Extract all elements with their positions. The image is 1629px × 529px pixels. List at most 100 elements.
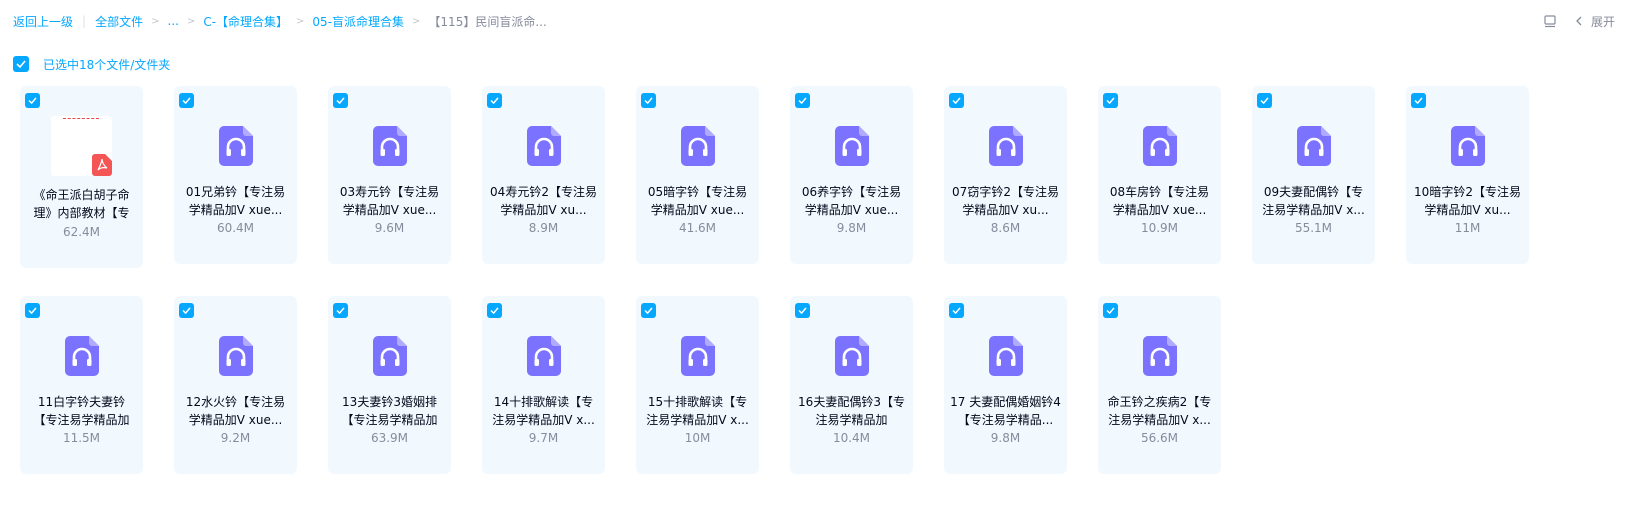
file-checkbox[interactable] (25, 93, 40, 108)
file-card[interactable]: 12水火钤【专注易学精品加V xue... 9.2M (174, 296, 297, 474)
file-name: 03寿元钤【专注易学精品加V xue... (339, 185, 440, 217)
audio-file-icon (65, 336, 99, 376)
expand-button[interactable]: 展开 (1575, 13, 1615, 30)
file-card[interactable]: 15十排歌解读【专注易学精品加V x... 10M (636, 296, 759, 474)
file-card[interactable]: 17 夫妻配偶婚姻钤4【专注易学精品... 9.8M (944, 296, 1067, 474)
back-link[interactable]: 返回上一级 (13, 13, 73, 30)
file-checkbox[interactable] (795, 93, 810, 108)
file-checkbox[interactable] (179, 93, 194, 108)
file-checkbox[interactable] (949, 303, 964, 318)
file-size: 8.6M (990, 221, 1021, 235)
file-size: 9.6M (374, 221, 405, 235)
file-card[interactable]: 《命王派白胡子命理》内部教材【专 62.4M (20, 86, 143, 268)
breadcrumb-folder[interactable]: 05-盲派命理合集 (312, 13, 404, 30)
file-size: 60.4M (216, 221, 255, 235)
file-name: 11白字钤夫妻钤【专注易学精品加 (33, 395, 130, 427)
file-card[interactable]: 08车房钤【专注易学精品加V xue... 10.9M (1098, 86, 1221, 264)
file-grid: 《命王派白胡子命理》内部教材【专 62.4M 01兄弟钤【专注易学精品加V xu… (20, 86, 1529, 474)
file-size: 10.4M (832, 431, 871, 445)
audio-file-icon (527, 126, 561, 166)
audio-file-icon (219, 126, 253, 166)
audio-file-icon (373, 336, 407, 376)
file-card[interactable]: 11白字钤夫妻钤【专注易学精品加 11.5M (20, 296, 143, 474)
file-size: 55.1M (1294, 221, 1333, 235)
file-checkbox[interactable] (179, 303, 194, 318)
file-name: 07窃字钤2【专注易学精品加V xu... (952, 185, 1059, 217)
checkmark-icon (490, 97, 499, 104)
chevron-left-icon (1576, 16, 1582, 26)
audio-file-icon (681, 336, 715, 376)
breadcrumb: 返回上一级 | 全部文件 > ... > C-【命理合集】 > 05-盲派命理合… (13, 12, 547, 30)
file-size: 8.9M (528, 221, 559, 235)
file-size: 11.5M (62, 431, 101, 445)
file-checkbox[interactable] (641, 303, 656, 318)
file-size: 56.6M (1140, 431, 1179, 445)
file-checkbox[interactable] (25, 303, 40, 318)
checkmark-icon (28, 307, 37, 314)
file-checkbox[interactable] (487, 303, 502, 318)
file-name: 16夫妻配偶钤3【专注易学精品加 (798, 395, 905, 427)
file-name: 08车房钤【专注易学精品加V xue... (1109, 185, 1210, 217)
file-card[interactable]: 10暗字钤2【专注易学精品加V xu... 11M (1406, 86, 1529, 264)
file-size: 9.2M (220, 431, 251, 445)
pdf-thumbnail (51, 116, 112, 176)
checkmark-icon (798, 307, 807, 314)
breadcrumb-all-files[interactable]: 全部文件 (95, 13, 143, 30)
audio-file-icon (681, 126, 715, 166)
file-card[interactable]: 01兄弟钤【专注易学精品加V xue... 60.4M (174, 86, 297, 264)
audio-file-icon (835, 126, 869, 166)
file-card[interactable]: 09夫妻配偶钤【专注易学精品加V x... 55.1M (1252, 86, 1375, 264)
file-checkbox[interactable] (795, 303, 810, 318)
breadcrumb-ellipsis[interactable]: ... (167, 14, 178, 28)
checkmark-icon (798, 97, 807, 104)
list-view-icon[interactable] (1543, 14, 1557, 28)
expand-label: 展开 (1590, 14, 1615, 29)
breadcrumb-folder[interactable]: C-【命理合集】 (203, 13, 288, 30)
select-all-checkbox[interactable] (13, 56, 29, 72)
file-card[interactable]: 06养字钤【专注易学精品加V xue... 9.8M (790, 86, 913, 264)
audio-file-icon (1143, 126, 1177, 166)
file-checkbox[interactable] (333, 93, 348, 108)
file-card[interactable]: 03寿元钤【专注易学精品加V xue... 9.6M (328, 86, 451, 264)
file-name: 17 夫妻配偶婚姻钤4【专注易学精品... (950, 395, 1061, 427)
audio-file-icon (1297, 126, 1331, 166)
file-name: 12水火钤【专注易学精品加V xue... (185, 395, 286, 427)
file-name: 05暗字钤【专注易学精品加V xue... (647, 185, 748, 217)
file-card[interactable]: 16夫妻配偶钤3【专注易学精品加 10.4M (790, 296, 913, 474)
file-checkbox[interactable] (1257, 93, 1272, 108)
file-checkbox[interactable] (487, 93, 502, 108)
breadcrumb-current: 【115】民间盲派命... (428, 14, 547, 29)
checkmark-icon (182, 97, 191, 104)
checkmark-icon (952, 307, 961, 314)
checkmark-icon (336, 307, 345, 314)
file-card[interactable]: 命王钤之疾病2【专注易学精品加V x... 56.6M (1098, 296, 1221, 474)
audio-file-icon (989, 336, 1023, 376)
file-checkbox[interactable] (641, 93, 656, 108)
file-size: 63.9M (370, 431, 409, 445)
file-card[interactable]: 04寿元钤2【专注易学精品加V xu... 8.9M (482, 86, 605, 264)
file-checkbox[interactable] (1103, 93, 1118, 108)
file-checkbox[interactable] (1411, 93, 1426, 108)
checkmark-icon (1106, 307, 1115, 314)
file-checkbox[interactable] (1103, 303, 1118, 318)
file-checkbox[interactable] (333, 303, 348, 318)
file-card[interactable]: 07窃字钤2【专注易学精品加V xu... 8.6M (944, 86, 1067, 264)
audio-file-icon (989, 126, 1023, 166)
pdf-icon (92, 154, 112, 176)
file-name: 命王钤之疾病2【专注易学精品加V x... (1107, 395, 1212, 427)
file-checkbox[interactable] (949, 93, 964, 108)
checkmark-icon (1260, 97, 1269, 104)
file-size: 10M (684, 431, 711, 445)
file-card[interactable]: 14十排歌解读【专注易学精品加V x... 9.7M (482, 296, 605, 474)
file-name: 13夫妻钤3婚姻排【专注易学精品加 (341, 395, 438, 427)
audio-file-icon (1143, 336, 1177, 376)
audio-file-icon (1451, 126, 1485, 166)
file-size: 62.4M (62, 225, 101, 239)
file-card[interactable]: 13夫妻钤3婚姻排【专注易学精品加 63.9M (328, 296, 451, 474)
audio-file-icon (373, 126, 407, 166)
selection-bar: 已选中18个文件/文件夹 (13, 56, 170, 72)
checkmark-icon (28, 97, 37, 104)
file-size: 10.9M (1140, 221, 1179, 235)
file-card[interactable]: 05暗字钤【专注易学精品加V xue... 41.6M (636, 86, 759, 264)
chevron-right-icon: > (186, 15, 196, 27)
